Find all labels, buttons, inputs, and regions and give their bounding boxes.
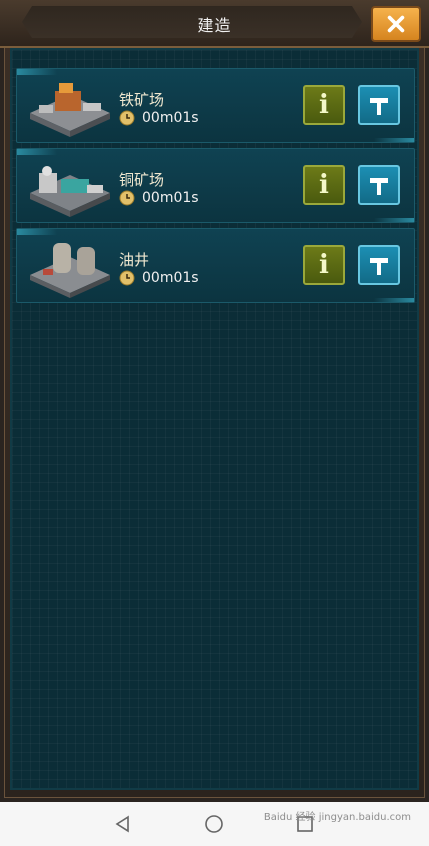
page-title: 建造	[197, 16, 232, 35]
build-time-value: 00m01s	[142, 270, 199, 286]
watermark: Baidu 经验 jingyan.baidu.com	[263, 812, 411, 823]
build-button[interactable]	[358, 85, 400, 125]
build-time: 00m01s	[119, 270, 199, 286]
home-circle-icon[interactable]	[204, 814, 224, 834]
build-button[interactable]	[358, 165, 400, 205]
info-button[interactable]: i	[303, 165, 345, 205]
info-icon: i	[319, 90, 329, 120]
system-nav-bar: Baidu 经验 jingyan.baidu.com	[0, 802, 429, 846]
build-time-value: 00m01s	[142, 110, 199, 126]
build-button[interactable]	[358, 245, 400, 285]
list-item-copper-mine: 铜矿场 00m01s i	[16, 148, 415, 223]
info-button[interactable]: i	[303, 85, 345, 125]
list-item-iron-mine: 铁矿场 00m01s i	[16, 68, 415, 143]
build-time: 00m01s	[119, 190, 199, 206]
clock-icon	[119, 110, 135, 126]
building-name: 铜矿场	[119, 171, 165, 189]
hammer-icon	[370, 258, 388, 275]
build-time: 00m01s	[119, 110, 199, 126]
copper-mine-icon	[30, 166, 110, 217]
building-name: 铁矿场	[119, 91, 165, 109]
clock-icon	[119, 270, 135, 286]
back-triangle-icon[interactable]	[113, 814, 133, 834]
header-bar: 建造	[0, 0, 429, 48]
build-list-panel: 铁矿场 00m01s i 铜矿场 00m01s i 油井 00m01s i	[10, 48, 419, 790]
build-list: 铁矿场 00m01s i 铜矿场 00m01s i 油井 00m01s i	[16, 68, 415, 308]
info-button[interactable]: i	[303, 245, 345, 285]
list-item-oil-well: 油井 00m01s i	[16, 228, 415, 303]
hammer-icon	[370, 98, 388, 115]
hammer-icon	[370, 178, 388, 195]
building-name: 油井	[119, 251, 150, 269]
info-icon: i	[319, 250, 329, 280]
iron-mine-icon	[30, 83, 110, 137]
close-button[interactable]	[371, 6, 421, 42]
oil-well-icon	[30, 243, 110, 298]
clock-icon	[119, 190, 135, 206]
build-time-value: 00m01s	[142, 190, 199, 206]
close-icon	[387, 15, 405, 33]
info-icon: i	[319, 170, 329, 200]
